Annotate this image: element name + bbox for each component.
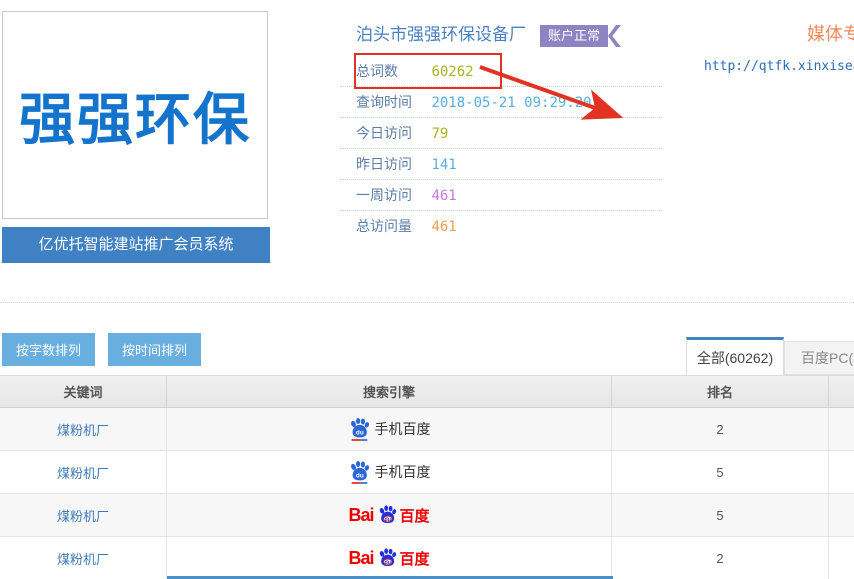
engine-cell: Bai du 百度 — [167, 537, 612, 579]
status-badge-label: 账户正常 — [548, 28, 600, 43]
stat-query-time: 查询时间 2018-05-21 09:29:20 — [340, 87, 662, 118]
engine-baidu-pc: Bai du 百度 — [348, 547, 429, 569]
keyword-rank-table: 关键词 搜索引擎 排名 煤粉机厂 du 手机百度 2 — [0, 375, 854, 579]
badge-ribbon-tail-icon — [608, 25, 621, 47]
member-system-banner: 亿优托智能建站推广会员系统 — [2, 227, 270, 263]
col-header-keyword: 关键词 — [0, 376, 167, 408]
stat-total-visits: 总访问量 461 — [340, 211, 662, 242]
svg-text:du: du — [384, 560, 391, 566]
status-badge: 账户正常 — [540, 25, 608, 47]
svg-text:du: du — [355, 473, 363, 480]
stat-value: 60262 — [431, 64, 473, 80]
rank-cell: 2 — [612, 408, 829, 451]
stat-today-visits: 今日访问 79 — [340, 118, 662, 149]
company-logo-text: 强强环保 — [19, 75, 251, 156]
stat-value: 461 — [431, 188, 456, 204]
sort-by-time-button[interactable]: 按时间排列 — [108, 333, 201, 366]
tab-baidu-pc[interactable]: 百度PC(30 — [784, 341, 854, 375]
stat-week-visits: 一周访问 461 — [340, 180, 662, 211]
svg-text:du: du — [384, 517, 391, 523]
tab-all[interactable]: 全部(60262) — [686, 337, 784, 375]
company-logo: 强强环保 — [2, 11, 268, 219]
member-dashboard-page: 强强环保 亿优托智能建站推广会员系统 泊头市强强环保设备厂 账户正常 总词数 6… — [0, 0, 854, 579]
extra-cell — [829, 494, 854, 537]
media-section-link[interactable]: 媒体专 — [807, 20, 854, 46]
rank-cell: 2 — [612, 537, 829, 579]
extra-cell — [829, 451, 854, 494]
engine-mobile-baidu: du 手机百度 — [348, 416, 431, 442]
keyword-cell[interactable]: 煤粉机厂 — [0, 451, 167, 494]
engine-cell: du 手机百度 — [167, 451, 612, 494]
baidu-logo-bai: Bai — [348, 505, 373, 526]
rank-cell: 5 — [612, 494, 829, 537]
page-title: 泊头市强强环保设备厂 — [356, 20, 526, 45]
extra-cell — [829, 408, 854, 451]
engine-baidu-pc: Bai du 百度 — [348, 504, 429, 526]
stat-total-words: 总词数 60262 — [340, 56, 662, 87]
stat-label: 总访问量 — [356, 211, 427, 242]
baidu-paw-icon: du — [348, 416, 370, 442]
keyword-cell[interactable]: 煤粉机厂 — [0, 494, 167, 537]
baidu-logo-cn: 百度 — [400, 505, 430, 526]
stat-value: 461 — [431, 219, 456, 235]
stat-yesterday-visits: 昨日访问 141 — [340, 149, 662, 180]
stat-label: 总词数 — [356, 56, 427, 87]
col-header-engine: 搜索引擎 — [167, 376, 612, 408]
col-header-extra — [829, 376, 854, 408]
col-header-rank: 排名 — [612, 376, 829, 408]
site-url-link[interactable]: http://qtfk.xinxisea. — [704, 59, 854, 74]
engine-cell: du 手机百度 — [167, 408, 612, 451]
stat-label: 查询时间 — [356, 87, 427, 118]
stat-value: 79 — [431, 126, 448, 142]
extra-cell — [829, 537, 854, 579]
sort-by-wordcount-button[interactable]: 按字数排列 — [2, 333, 95, 366]
engine-cell: Bai du 百度 — [167, 494, 612, 537]
baidu-paw-icon: du — [377, 504, 397, 526]
stats-list: 总词数 60262 查询时间 2018-05-21 09:29:20 今日访问 … — [340, 56, 662, 242]
engine-label: 手机百度 — [375, 462, 431, 482]
baidu-paw-icon: du — [348, 459, 370, 485]
baidu-paw-icon: du — [377, 547, 397, 569]
stat-value: 141 — [431, 157, 456, 173]
keyword-cell[interactable]: 煤粉机厂 — [0, 537, 167, 579]
baidu-logo-cn: 百度 — [400, 548, 430, 569]
section-divider — [0, 302, 854, 303]
rank-cell: 5 — [612, 451, 829, 494]
stat-label: 今日访问 — [356, 118, 427, 149]
baidu-logo-bai: Bai — [348, 548, 373, 569]
engine-mobile-baidu: du 手机百度 — [348, 459, 431, 485]
keyword-cell[interactable]: 煤粉机厂 — [0, 408, 167, 451]
engine-label: 手机百度 — [375, 419, 431, 439]
stat-label: 昨日访问 — [356, 149, 427, 180]
stat-label: 一周访问 — [356, 180, 427, 211]
svg-text:du: du — [355, 430, 363, 437]
stat-value: 2018-05-21 09:29:20 — [431, 95, 591, 111]
